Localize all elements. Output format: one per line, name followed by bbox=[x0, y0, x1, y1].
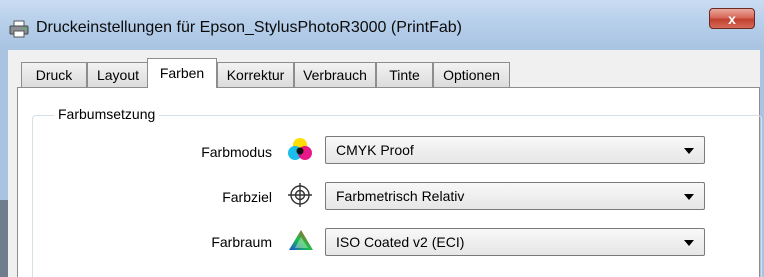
window-title: Druckeinstellungen für Epson_StylusPhoto… bbox=[36, 19, 463, 36]
crosshair-target-icon bbox=[287, 182, 313, 208]
group-label: Farbumsetzung bbox=[54, 106, 160, 122]
title-bar[interactable]: Druckeinstellungen für Epson_StylusPhoto… bbox=[0, 0, 764, 50]
color-space-triangle-icon bbox=[287, 228, 313, 254]
tab-korrektur[interactable]: Korrektur bbox=[217, 62, 294, 87]
chevron-down-icon bbox=[684, 148, 694, 154]
farbmodus-value: CMYK Proof bbox=[336, 142, 414, 158]
farbraum-select[interactable]: ISO Coated v2 (ECI) bbox=[325, 228, 705, 256]
farbraum-label: Farbraum bbox=[211, 234, 272, 250]
farbmodus-select[interactable]: CMYK Proof bbox=[325, 136, 705, 164]
background-window-edge bbox=[0, 200, 8, 277]
tab-verbrauch[interactable]: Verbrauch bbox=[294, 62, 376, 87]
tab-farben[interactable]: Farben bbox=[147, 58, 217, 88]
tab-optionen[interactable]: Optionen bbox=[433, 62, 510, 87]
farbziel-value: Farbmetrisch Relativ bbox=[336, 188, 465, 204]
color-mode-icon bbox=[287, 136, 313, 162]
farbmodus-label: Farbmodus bbox=[201, 144, 272, 160]
tab-druck[interactable]: Druck bbox=[21, 62, 87, 87]
tab-layout[interactable]: Layout bbox=[87, 62, 149, 87]
farbziel-label: Farbziel bbox=[222, 189, 272, 205]
printer-icon bbox=[9, 20, 29, 38]
chevron-down-icon bbox=[684, 194, 694, 200]
tab-tinte[interactable]: Tinte bbox=[376, 62, 433, 87]
farbziel-select[interactable]: Farbmetrisch Relativ bbox=[325, 182, 705, 210]
print-settings-window: Druckeinstellungen für Epson_StylusPhoto… bbox=[0, 0, 764, 277]
close-button[interactable]: x bbox=[709, 8, 755, 29]
farbraum-value: ISO Coated v2 (ECI) bbox=[336, 234, 465, 250]
chevron-down-icon bbox=[684, 240, 694, 246]
